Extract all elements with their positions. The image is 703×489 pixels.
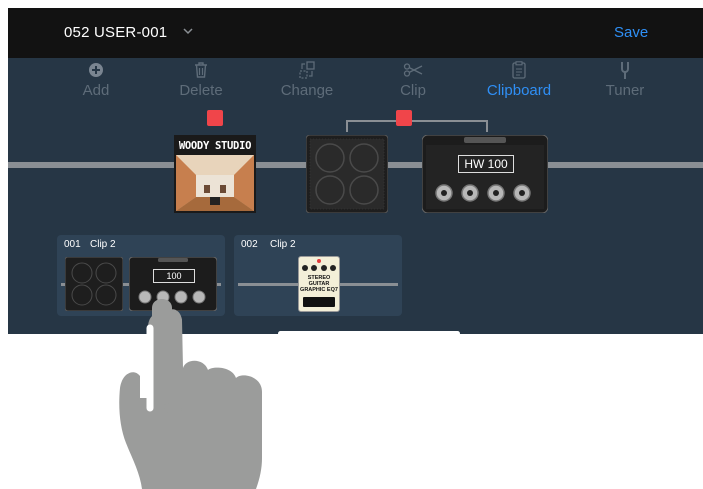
amp-nameplate: HW 100 [458, 155, 514, 173]
preset-name[interactable]: 052 USER-001 [64, 24, 167, 41]
pedal-led [317, 259, 321, 263]
clipboard-label: Clipboard [486, 82, 552, 99]
scissors-icon [373, 60, 453, 80]
tuner-label: Tuner [605, 82, 645, 99]
tap-hand-icon [119, 299, 262, 489]
toolbar: Add Delete Change Clip Clipboard Tuner [8, 58, 703, 108]
clip-label: Clip [400, 82, 426, 99]
tuning-fork-icon [585, 60, 665, 80]
clip-number: 001 [64, 239, 81, 250]
swap-icon [267, 60, 347, 80]
trash-icon [161, 60, 241, 80]
save-button[interactable]: Save [614, 24, 648, 41]
pedal-knobs [302, 265, 336, 271]
add-label: Add [82, 82, 110, 99]
clipboard-icon [479, 60, 559, 80]
room-block[interactable]: WOODY STUDIO [174, 135, 256, 213]
clip-name: Clip 2 [90, 239, 116, 250]
cabinet-image [305, 134, 389, 214]
tuner-button[interactable]: Tuner [585, 60, 665, 99]
chevron-down-icon[interactable] [182, 26, 194, 36]
change-label: Change [280, 82, 334, 99]
cabinet-block[interactable] [305, 134, 389, 214]
clip-button[interactable]: Clip [373, 60, 453, 99]
amp-block[interactable]: HW 100 [421, 134, 549, 214]
clip-name: Clip 2 [270, 239, 296, 250]
room-block-label: WOODY STUDIO [178, 140, 252, 152]
selection-bracket [346, 120, 488, 132]
clip-amp-nameplate: 100 [153, 269, 195, 283]
pedal-footswitch [303, 297, 335, 307]
pedal-label: STEREO GUITAR GRAPHIC EQ7 [300, 275, 338, 293]
selection-marker [396, 110, 412, 126]
change-button[interactable]: Change [267, 60, 347, 99]
amp-image [421, 134, 549, 214]
delete-button[interactable]: Delete [161, 60, 241, 99]
app-window: 052 USER-001 Save Add Delete Change Clip… [8, 8, 703, 336]
add-button[interactable]: Add [56, 60, 136, 99]
clip-pedal-thumbnail: STEREO GUITAR GRAPHIC EQ7 [298, 256, 340, 312]
clipboard-button[interactable]: Clipboard [479, 60, 559, 99]
clip-number: 002 [241, 239, 258, 250]
home-indicator[interactable] [278, 331, 460, 336]
top-bar: 052 USER-001 Save [8, 8, 703, 58]
plus-circle-icon [56, 60, 136, 80]
delete-label: Delete [179, 82, 223, 99]
selection-marker [207, 110, 223, 126]
